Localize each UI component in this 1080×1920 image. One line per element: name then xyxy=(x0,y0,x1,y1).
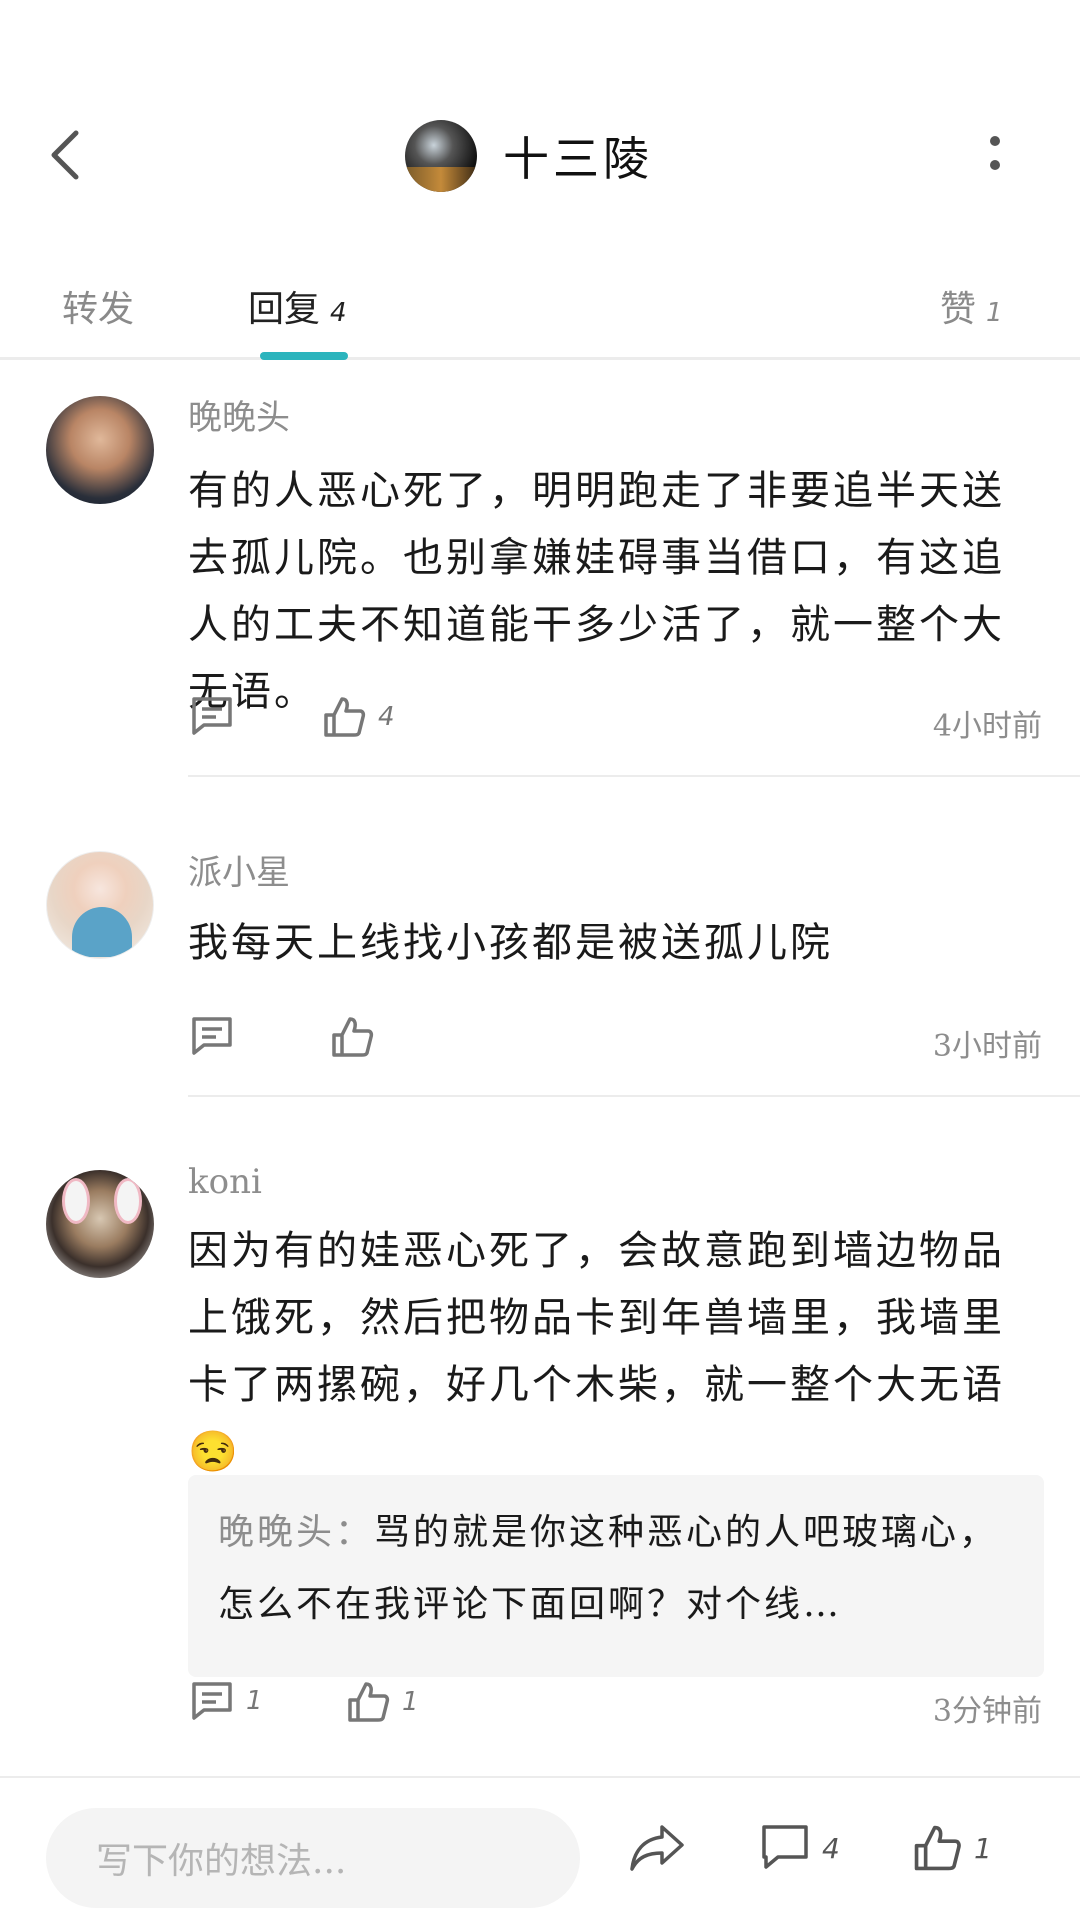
reply-preview[interactable]: 晚晚头：骂的就是你这种恶心的人吧玻璃心，怎么不在我评论下面回啊？对个线… xyxy=(188,1475,1044,1677)
like-post-button[interactable]: 1 xyxy=(912,1823,992,1873)
like-button[interactable]: 1 xyxy=(346,1680,419,1724)
comment-timestamp: 3分钟前 xyxy=(932,1694,1042,1729)
like-count: 1 xyxy=(402,1687,419,1717)
comment-text: 我每天上线找小孩都是被送孤儿院 xyxy=(188,920,833,966)
avatar[interactable] xyxy=(46,1170,154,1278)
thumbs-up-icon xyxy=(324,697,366,737)
like-button[interactable] xyxy=(330,1015,374,1059)
share-icon xyxy=(630,1825,684,1871)
comment-timestamp: 4小时前 xyxy=(932,709,1042,744)
like-count: 4 xyxy=(378,702,395,732)
comment-count: 4 xyxy=(822,1831,840,1865)
reply-button[interactable] xyxy=(190,1015,234,1057)
back-button[interactable] xyxy=(40,120,90,190)
reply-button[interactable]: 1 xyxy=(190,1680,263,1722)
top-bar: 十三陵 xyxy=(0,0,1080,240)
tab-likes-count: 1 xyxy=(986,298,1003,328)
tab-repost[interactable]: 转发 xyxy=(62,280,134,332)
thumbs-up-icon xyxy=(332,1017,374,1057)
divider xyxy=(188,775,1080,777)
post-like-count: 1 xyxy=(974,1831,992,1865)
avatar[interactable] xyxy=(46,851,154,959)
comment-text: 因为有的娃恶心死了，会故意跑到墙边物品上饿死，然后把物品卡到年兽墙里，我墙里卡了… xyxy=(188,1228,1005,1475)
comment-author[interactable]: 派小星 xyxy=(188,845,290,894)
reply-button[interactable] xyxy=(190,695,234,737)
thumbs-up-icon xyxy=(348,1682,390,1722)
chevron-left-icon xyxy=(51,130,79,180)
comment-actions: 4 4小时前 xyxy=(0,695,1080,755)
more-vertical-icon xyxy=(990,136,1000,170)
tab-likes[interactable]: 赞1 xyxy=(940,280,1003,332)
active-tab-indicator xyxy=(260,352,348,360)
more-button[interactable] xyxy=(970,125,1020,185)
page-title: 十三陵 xyxy=(503,132,653,186)
comment-author[interactable]: 晚晚头 xyxy=(188,390,290,439)
comment-text: 有的人恶心死了，明明跑走了非要追半天送去孤儿院。也别拿嫌娃碍事当借口，有这追人的… xyxy=(188,468,1005,715)
tab-likes-label: 赞 xyxy=(940,289,977,330)
comment-icon xyxy=(192,697,232,735)
reply-preview-author[interactable]: 晚晚头： xyxy=(218,1512,374,1553)
thumbs-up-icon xyxy=(914,1825,961,1871)
avatar[interactable] xyxy=(46,396,154,504)
tab-replies-count: 4 xyxy=(330,298,347,328)
tab-repost-label: 转发 xyxy=(62,289,135,330)
share-button[interactable] xyxy=(628,1823,686,1873)
tab-replies[interactable]: 回复 4 xyxy=(248,280,347,332)
comment-author[interactable]: koni xyxy=(188,1162,262,1202)
reply-count: 1 xyxy=(246,1686,263,1716)
comment-icon xyxy=(192,1017,232,1055)
tab-bar: 转发 回复 4 赞1 xyxy=(0,260,1080,360)
tab-replies-label: 回复 xyxy=(248,289,321,330)
reply-preview-text: 晚晚头：骂的就是你这种恶心的人吧玻璃心，怎么不在我评论下面回啊？对个线… xyxy=(218,1497,1014,1641)
comments-button[interactable]: 4 xyxy=(760,1823,840,1873)
like-button[interactable]: 4 xyxy=(322,695,395,739)
comment-input[interactable]: 写下你的想法... xyxy=(46,1808,580,1908)
comment-bubble-icon xyxy=(762,1825,808,1869)
comment-actions: 3小时前 xyxy=(0,1015,1080,1075)
title-group[interactable]: 十三陵 xyxy=(405,120,653,192)
bottom-action-bar: 写下你的想法... 4 1 xyxy=(0,1776,1080,1920)
avatar[interactable] xyxy=(405,120,477,192)
comment-timestamp: 3小时前 xyxy=(932,1029,1042,1064)
divider xyxy=(188,1095,1080,1097)
comment-actions: 1 1 3分钟前 xyxy=(0,1680,1080,1740)
comment-icon xyxy=(192,1682,232,1720)
